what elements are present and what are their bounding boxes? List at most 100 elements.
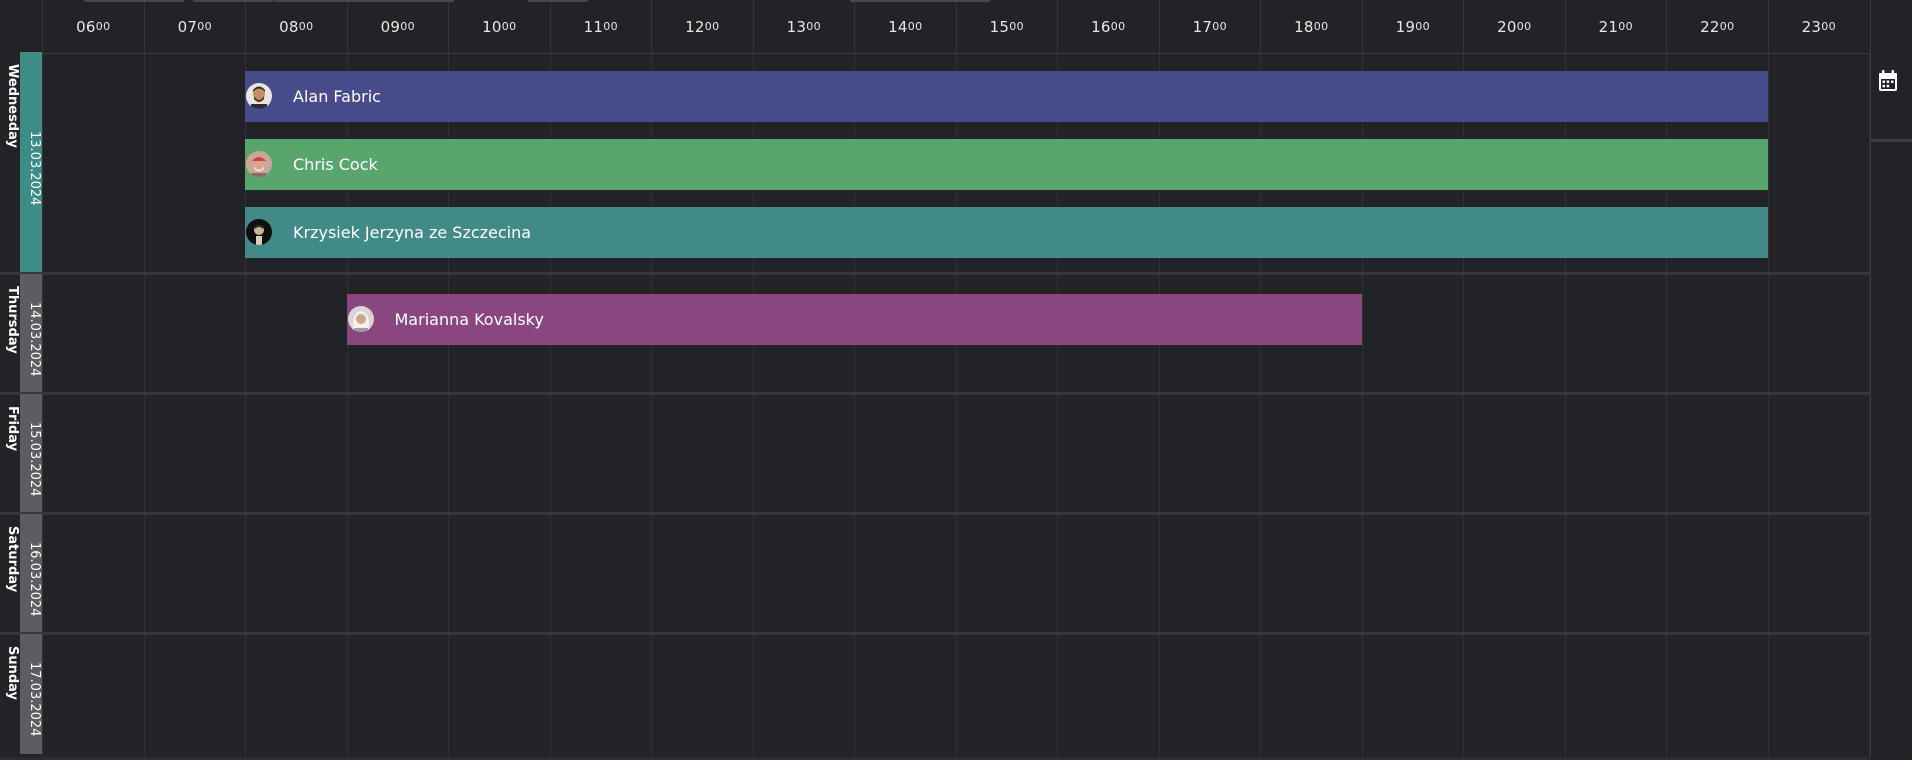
minute-value: 00 xyxy=(501,20,517,33)
hour-value: 18 xyxy=(1294,17,1314,36)
top-edge-fragment xyxy=(274,0,454,2)
hour-value: 21 xyxy=(1598,17,1619,36)
hour-label: 21 00 xyxy=(1564,0,1667,53)
day-name: Friday xyxy=(5,406,20,452)
week-schedule: 06 00 07 00 08 00 09 00 10 00 11 00 12 00 13 00 14 00 15 00… xyxy=(0,0,1871,757)
day-name: Wednesday xyxy=(5,64,20,148)
day-name: Sunday xyxy=(5,646,20,701)
day-date-strip[interactable]: 14.03.2024 xyxy=(20,274,42,394)
shift-bar[interactable]: Krzysiek Jerzyna ze Szczecina xyxy=(245,207,1768,258)
day-separator xyxy=(0,392,1870,395)
top-edge-fragment xyxy=(528,0,588,2)
day-date-strip[interactable]: 13.03.2024 xyxy=(20,52,42,274)
hour-value: 12 xyxy=(685,17,705,36)
hour-value: 22 xyxy=(1700,17,1720,36)
minute-value: 00 xyxy=(197,20,212,33)
day-date: 13.03.2024 xyxy=(27,130,42,206)
schedule-view: 06 00 07 00 08 00 09 00 10 00 11 00 12 00 13 00 14 00 15 00… xyxy=(0,0,1912,760)
hour-header: 06 00 07 00 08 00 09 00 10 00 11 00 12 00 13 00 14 00 15 00… xyxy=(42,0,1870,54)
day-name: Saturday xyxy=(5,526,20,593)
red-cap-man-avatar xyxy=(246,151,272,177)
side-panel-top xyxy=(1871,0,1912,142)
day-date: 14.03.2024 xyxy=(27,301,42,377)
minute-value: 00 xyxy=(1415,20,1430,33)
white-hair-woman-avatar xyxy=(347,306,374,332)
hour-value: 23 xyxy=(1801,17,1822,36)
day-date-strip[interactable]: 16.03.2024 xyxy=(20,514,42,634)
shift-employee-name: Chris Cock xyxy=(293,155,378,174)
day-date: 15.03.2024 xyxy=(27,421,42,497)
hour-value: 15 xyxy=(989,17,1010,36)
grid-line xyxy=(1767,53,1769,757)
minute-value: 00 xyxy=(1821,20,1836,33)
hour-label: 10 00 xyxy=(448,0,550,53)
hour-label: 18 00 xyxy=(1260,0,1362,53)
day-date: 17.03.2024 xyxy=(27,661,42,737)
hour-label: 13 00 xyxy=(752,0,855,53)
hour-label: 12 00 xyxy=(651,0,753,53)
minute-value: 00 xyxy=(95,20,111,33)
hour-label: 15 00 xyxy=(955,0,1058,53)
minute-value: 00 xyxy=(1516,20,1532,33)
minute-value: 00 xyxy=(907,20,923,33)
bearded-man-avatar xyxy=(246,83,272,109)
hour-value: 16 xyxy=(1091,17,1111,36)
minute-value: 00 xyxy=(1009,20,1024,33)
hour-value: 17 xyxy=(1192,17,1213,36)
day-separator xyxy=(0,272,1870,275)
hour-label: 16 00 xyxy=(1057,0,1159,53)
day-date-strip[interactable]: 15.03.2024 xyxy=(20,394,42,514)
minute-value: 00 xyxy=(806,20,821,33)
minute-value: 00 xyxy=(400,20,415,33)
side-panel xyxy=(1871,0,1912,760)
hour-value: 10 xyxy=(482,17,502,36)
day-date: 16.03.2024 xyxy=(27,541,42,617)
shift-employee-name: Marianna Kovalsky xyxy=(394,310,544,329)
shift-employee-name: Krzysiek Jerzyna ze Szczecina xyxy=(293,223,532,242)
hour-value: 20 xyxy=(1497,17,1517,36)
hour-value: 09 xyxy=(380,17,401,36)
minute-value: 00 xyxy=(1212,20,1227,33)
minute-value: 00 xyxy=(1313,20,1329,33)
shift-bar[interactable]: Alan Fabric xyxy=(245,71,1768,122)
hour-label: 20 00 xyxy=(1463,0,1565,53)
top-edge-fragment xyxy=(84,0,184,2)
hour-label: 09 00 xyxy=(346,0,449,53)
calendar-icon[interactable] xyxy=(1878,70,1898,92)
shift-bar[interactable]: Chris Cock xyxy=(245,139,1768,190)
grid-line xyxy=(42,53,43,757)
minute-value: 00 xyxy=(298,20,314,33)
hour-value: 06 xyxy=(76,17,96,36)
hour-label: 19 00 xyxy=(1361,0,1464,53)
hour-value: 11 xyxy=(583,17,604,36)
day-separator xyxy=(0,512,1870,515)
hour-value: 08 xyxy=(279,17,299,36)
shift-employee-name: Alan Fabric xyxy=(293,87,381,106)
day-date-strip[interactable]: 17.03.2024 xyxy=(20,634,42,754)
hour-label: 06 00 xyxy=(42,0,144,53)
hour-label: 17 00 xyxy=(1158,0,1261,53)
hour-label: 11 00 xyxy=(549,0,652,53)
hour-label: 23 00 xyxy=(1767,0,1870,53)
grid-line xyxy=(143,53,145,757)
dark-portrait-avatar xyxy=(246,219,272,245)
grid-line xyxy=(1869,53,1870,757)
minute-value: 00 xyxy=(704,20,720,33)
hour-label: 22 00 xyxy=(1666,0,1768,53)
shift-bar[interactable]: Marianna Kovalsky xyxy=(346,294,1362,345)
hour-value: 07 xyxy=(177,17,198,36)
minute-value: 00 xyxy=(1618,20,1633,33)
hour-label: 08 00 xyxy=(245,0,347,53)
hour-label: 14 00 xyxy=(854,0,956,53)
top-edge-fragment xyxy=(850,0,990,2)
minute-value: 00 xyxy=(1719,20,1735,33)
hour-value: 14 xyxy=(888,17,908,36)
day-name: Thursday xyxy=(5,286,20,354)
hour-label: 07 00 xyxy=(143,0,246,53)
day-separator xyxy=(0,632,1870,635)
top-edge-fragment xyxy=(193,0,273,2)
minute-value: 00 xyxy=(1110,20,1126,33)
hour-value: 13 xyxy=(786,17,807,36)
minute-value: 00 xyxy=(603,20,618,33)
hour-value: 19 xyxy=(1395,17,1416,36)
